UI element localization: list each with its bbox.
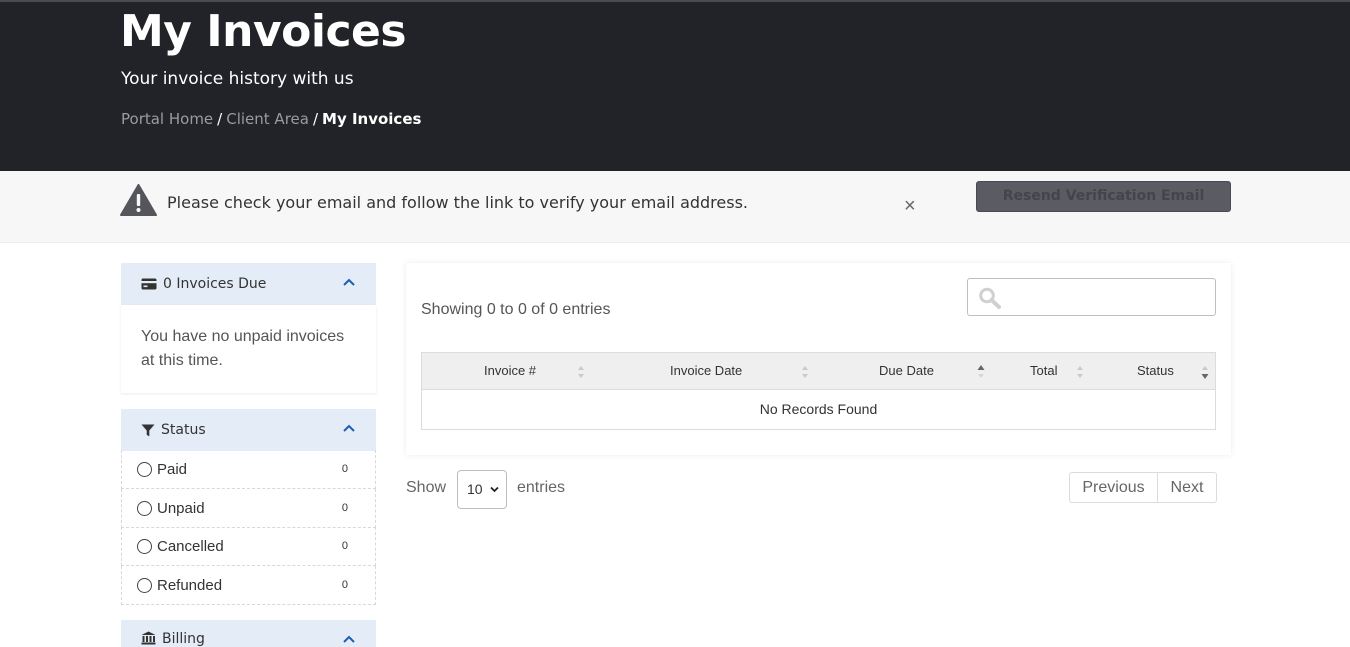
status-title: Status — [161, 422, 206, 438]
radio-icon[interactable] — [137, 538, 152, 554]
search-icon — [979, 287, 1001, 309]
status-count: 0 — [341, 463, 348, 475]
chevron-down-icon — [490, 486, 499, 493]
sort-icon[interactable] — [577, 364, 585, 380]
breadcrumb-client-area[interactable]: Client Area — [226, 110, 309, 128]
status-label: Paid — [157, 460, 188, 478]
page-subtitle: Your invoice history with us — [121, 69, 354, 89]
invoices-table: Invoice # Invoice Date Due Date Total St… — [421, 352, 1216, 430]
warning-icon — [120, 184, 157, 221]
status-filter-refunded[interactable]: Refunded 0 — [121, 566, 376, 605]
table-info: Showing 0 to 0 of 0 entries — [421, 301, 611, 318]
billing-title: Billing — [162, 631, 205, 647]
table-header: Invoice # Invoice Date Due Date Total St… — [422, 353, 1215, 390]
sort-icon[interactable] — [1201, 364, 1209, 380]
entries-label: entries — [517, 479, 566, 496]
status-label: Unpaid — [157, 499, 205, 517]
status-count: 0 — [341, 502, 348, 514]
billing-panel-header[interactable]: Billing — [121, 620, 376, 647]
status-filter-cancelled[interactable]: Cancelled 0 — [121, 527, 376, 566]
sort-icon[interactable] — [801, 364, 809, 380]
filter-icon — [141, 424, 155, 437]
alert-message: Please check your email and follow the l… — [167, 193, 749, 212]
page-size-value: 10 — [467, 481, 483, 497]
status-label: Refunded — [157, 576, 223, 594]
bank-icon — [141, 631, 156, 645]
radio-icon[interactable] — [137, 461, 152, 477]
show-label: Show — [406, 479, 447, 496]
breadcrumb-separator: / — [217, 110, 223, 128]
breadcrumb: Portal Home / Client Area / My Invoices — [121, 110, 421, 128]
sort-ascending-icon[interactable] — [977, 364, 985, 380]
radio-icon[interactable] — [137, 577, 152, 593]
column-header-invoice-date[interactable]: Invoice Date — [670, 363, 742, 378]
close-icon[interactable]: × — [904, 196, 916, 216]
invoices-due-message: You have no unpaid invoices at this time… — [141, 328, 345, 369]
resend-verification-button[interactable]: Resend Verification Email — [976, 181, 1231, 212]
breadcrumb-current: My Invoices — [322, 110, 422, 128]
sort-icon[interactable] — [1076, 364, 1084, 380]
status-panel-header[interactable]: Status — [121, 409, 376, 451]
status-count: 0 — [341, 540, 348, 552]
search-input[interactable] — [967, 278, 1216, 316]
previous-page-button[interactable]: Previous — [1069, 472, 1158, 503]
chevron-up-icon[interactable] — [342, 277, 356, 287]
breadcrumb-separator: / — [312, 110, 319, 128]
status-count: 0 — [341, 579, 348, 591]
invoices-due-panel-body: You have no unpaid invoices at this time… — [121, 305, 376, 393]
chevron-up-icon[interactable] — [342, 634, 356, 644]
page-header: My Invoices Your invoice history with us… — [0, 0, 1350, 171]
status-label: Cancelled — [157, 537, 224, 555]
page-size-select[interactable]: 10 — [457, 470, 507, 509]
invoices-due-panel-header[interactable]: 0 Invoices Due — [121, 263, 376, 305]
column-header-status[interactable]: Status — [1137, 363, 1174, 378]
next-page-button[interactable]: Next — [1157, 472, 1217, 503]
status-filter-unpaid[interactable]: Unpaid 0 — [121, 489, 376, 528]
invoices-due-title: 0 Invoices Due — [163, 276, 267, 292]
column-header-invoice-number[interactable]: Invoice # — [484, 363, 536, 378]
credit-card-icon — [141, 278, 157, 290]
status-filter-paid[interactable]: Paid 0 — [121, 450, 376, 489]
empty-table-message: No Records Found — [759, 401, 878, 417]
radio-icon[interactable] — [137, 500, 152, 516]
column-header-due-date[interactable]: Due Date — [879, 363, 934, 378]
breadcrumb-portal-home[interactable]: Portal Home — [121, 110, 213, 128]
chevron-up-icon[interactable] — [342, 423, 356, 433]
column-header-total[interactable]: Total — [1030, 363, 1057, 378]
page-title: My Invoices — [120, 6, 407, 57]
